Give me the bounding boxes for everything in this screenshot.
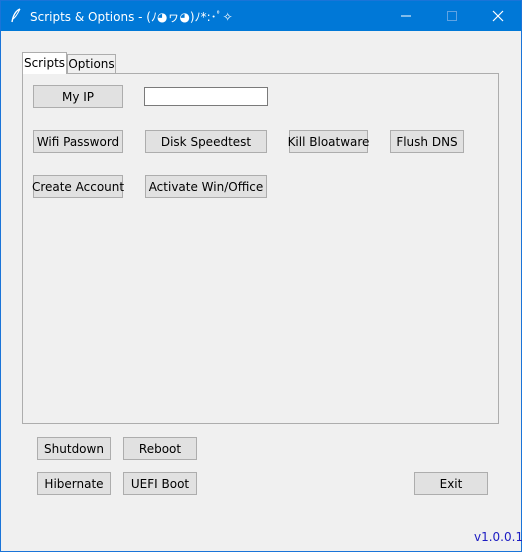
minimize-button[interactable] xyxy=(383,1,429,31)
exit-button[interactable]: Exit xyxy=(414,472,488,495)
ip-address-field[interactable] xyxy=(144,87,268,106)
close-button[interactable] xyxy=(475,1,521,31)
close-icon xyxy=(492,10,504,22)
maximize-icon xyxy=(447,11,457,21)
hibernate-button[interactable]: Hibernate xyxy=(37,472,111,495)
wifi-password-button[interactable]: Wifi Password xyxy=(33,130,123,153)
tab-scripts[interactable]: Scripts xyxy=(22,52,67,74)
create-account-button[interactable]: Create Account xyxy=(32,175,124,198)
version-label: v1.0.0.1 xyxy=(474,530,522,544)
shutdown-button[interactable]: Shutdown xyxy=(37,437,111,460)
uefi-boot-button[interactable]: UEFI Boot xyxy=(123,472,197,495)
activate-win-office-button[interactable]: Activate Win/Office xyxy=(145,175,267,198)
tab-options[interactable]: Options xyxy=(67,54,116,74)
maximize-button[interactable] xyxy=(429,1,475,31)
window-title: Scripts & Options - (ﾉ◕ヮ◕)ﾉ*:･ﾟ✧ xyxy=(30,10,233,24)
kill-bloatware-button[interactable]: Kill Bloatware xyxy=(288,130,369,153)
flush-dns-button[interactable]: Flush DNS xyxy=(390,130,464,153)
title-bar[interactable]: Scripts & Options - (ﾉ◕ヮ◕)ﾉ*:･ﾟ✧ xyxy=(1,1,521,31)
scripts-panel xyxy=(22,73,499,424)
minimize-icon xyxy=(401,15,411,17)
feather-icon xyxy=(9,8,23,24)
reboot-button[interactable]: Reboot xyxy=(123,437,197,460)
disk-speedtest-button[interactable]: Disk Speedtest xyxy=(145,130,267,153)
my-ip-button[interactable]: My IP xyxy=(33,85,123,108)
